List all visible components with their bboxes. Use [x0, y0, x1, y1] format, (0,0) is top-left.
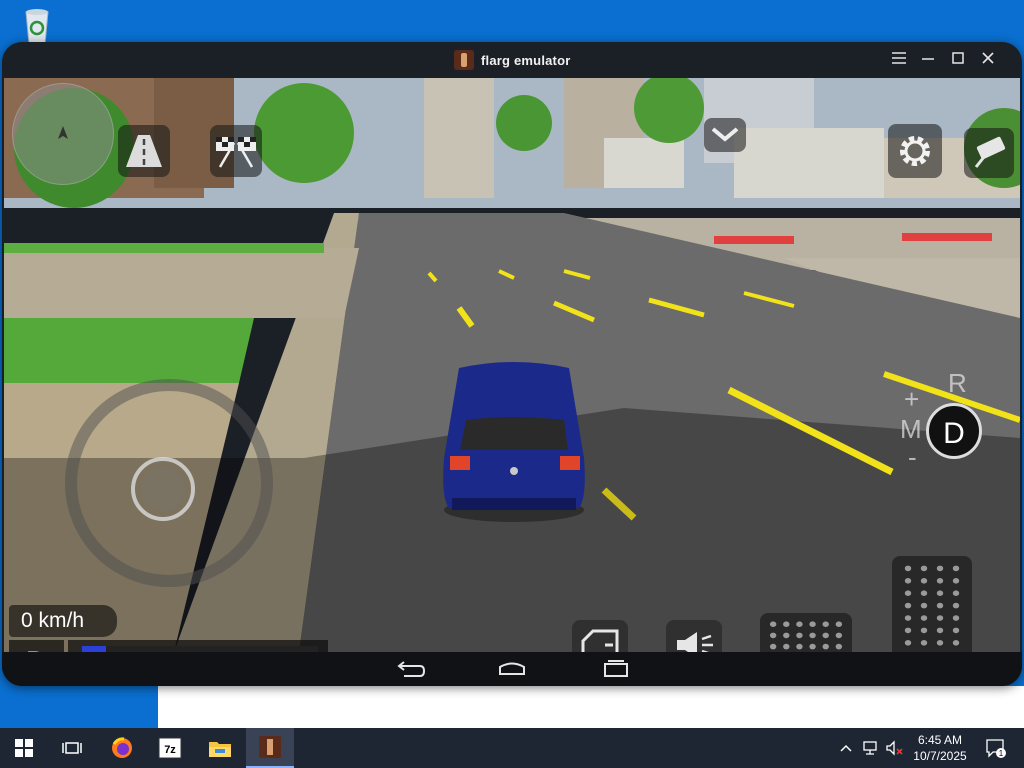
pedal-grip-dot [936, 615, 944, 621]
door-icon[interactable] [572, 620, 628, 652]
home-icon[interactable] [496, 658, 528, 680]
pedal-grip-dot [952, 578, 960, 584]
gas-pedal[interactable] [892, 556, 972, 652]
pedal-grip-dot [952, 640, 960, 646]
pedal-grip-dot [796, 632, 803, 639]
title-bar[interactable]: flarg emulator [2, 42, 1022, 78]
minimap[interactable] [12, 83, 114, 185]
back-icon[interactable] [394, 658, 426, 680]
pedal-grip-dot [809, 621, 816, 627]
pedal-grip-dot [904, 615, 912, 621]
pedal-grip-dot [904, 565, 912, 572]
minimize-button[interactable] [917, 50, 939, 70]
pedal-grip-dot [936, 578, 944, 584]
gear-R-label[interactable]: R [948, 368, 967, 399]
7zip-icon[interactable]: 7z [146, 728, 194, 768]
pedal-grip-dot [769, 632, 777, 639]
pedal-grip-dot [769, 643, 777, 650]
camera-icon[interactable] [964, 128, 1014, 178]
chevron-up-icon[interactable] [836, 728, 856, 768]
pedal-grip-dot [952, 565, 960, 572]
road-view-icon[interactable] [118, 125, 170, 177]
gear-icon[interactable] [888, 124, 942, 178]
pedal-grip-dot [920, 590, 928, 596]
pedal-grip-dot [920, 565, 928, 572]
recycle-bin-icon[interactable] [14, 6, 60, 46]
file-explorer-icon[interactable] [196, 728, 244, 768]
pedal-grip-dot [920, 627, 928, 634]
pedal-grip-dot [835, 632, 843, 639]
maximize-button[interactable] [947, 50, 969, 70]
pedal-grip-dot [904, 640, 912, 646]
current-gear: D [9, 640, 64, 652]
gear-drive-button[interactable]: D [926, 403, 982, 459]
pedal-grip-dot [822, 621, 829, 627]
pedal-grip-dot [952, 590, 960, 596]
pedal-grip-dot [952, 602, 960, 609]
pedal-grip-dot [920, 602, 928, 609]
pedal-grip-dot [783, 621, 790, 627]
menu-icon[interactable] [888, 50, 910, 70]
pedal-grip-dot [809, 632, 816, 639]
pedal-grip-dot [796, 643, 803, 650]
pedal-grip-dot [904, 578, 912, 584]
svg-text:7z: 7z [164, 744, 176, 756]
checkered-flags-icon[interactable] [210, 125, 262, 177]
pedal-grip-dot [920, 640, 928, 646]
pedal-grip-dot [835, 621, 843, 627]
pedal-grip-dot [835, 643, 843, 650]
pedal-grip-dot [936, 640, 944, 646]
pedal-grip-dot [952, 627, 960, 634]
clock-time: 6:45 AM [917, 733, 963, 747]
emulator-window: flarg emulator 0 km/h R + M - D [2, 42, 1022, 686]
taskbar: 7z 6:45 AM 10/7/2025 1 [0, 728, 1024, 768]
pedal-grip-dot [936, 590, 944, 596]
pedal-grip-dot [920, 615, 928, 621]
horn-icon[interactable] [666, 620, 722, 652]
notification-count: 1 [999, 749, 1004, 758]
pedal-grip-dot [904, 602, 912, 609]
pedal-grip-dot [904, 627, 912, 634]
app-icon [454, 50, 474, 70]
background-window [158, 686, 1024, 728]
clock-date: 10/7/2025 [913, 749, 967, 763]
close-button[interactable] [977, 50, 999, 70]
brake-pedal[interactable] [760, 613, 852, 652]
pedal-grip-dot [769, 621, 777, 627]
firefox-icon[interactable] [98, 728, 146, 768]
pedal-grip-dot [952, 615, 960, 621]
chevron-down-icon[interactable] [704, 118, 746, 152]
pedal-grip-dot [783, 632, 790, 639]
notification-center-icon[interactable]: 1 [980, 728, 1010, 768]
gear-M-label[interactable]: M [900, 414, 922, 445]
pedal-grip-dot [920, 578, 928, 584]
gear-minus-label[interactable]: - [908, 442, 917, 473]
pedal-grip-dot [822, 632, 829, 639]
pedal-grip-dot [936, 565, 944, 572]
steering-wheel-control[interactable] [59, 373, 279, 593]
speed-readout: 0 km/h [9, 605, 117, 637]
pedal-grip-dot [904, 590, 912, 596]
pedal-grip-dot [936, 627, 944, 634]
game-view[interactable]: 0 km/h D 012345678 R + M - D [4, 78, 1020, 652]
recents-icon[interactable] [600, 658, 632, 680]
pedal-grip-dot [796, 621, 803, 627]
window-title: flarg emulator [481, 52, 571, 68]
pedal-grip-dot [783, 643, 790, 650]
android-nav-bar [2, 652, 1022, 686]
task-view-icon[interactable] [48, 728, 96, 768]
flarg-emulator-taskbar-icon[interactable] [246, 728, 294, 768]
pedal-grip-dot [809, 643, 816, 650]
pedal-grip-dot [936, 602, 944, 609]
system-clock[interactable]: 6:45 AM 10/7/2025 [898, 732, 982, 764]
pedal-grip-dot [822, 643, 829, 650]
network-icon[interactable] [860, 728, 882, 768]
gear-plus-label[interactable]: + [904, 384, 919, 415]
start-icon[interactable] [0, 728, 48, 768]
rpm-gauge: 012345678 [68, 640, 328, 652]
